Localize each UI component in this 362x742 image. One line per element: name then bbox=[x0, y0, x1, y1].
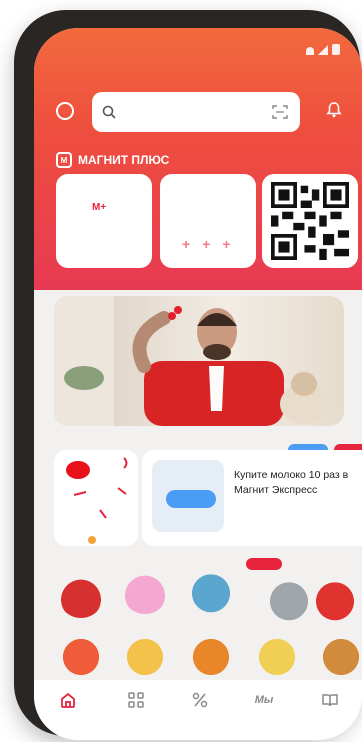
qr-code-card[interactable] bbox=[262, 174, 358, 268]
wifi-icon bbox=[306, 47, 314, 55]
dot: + bbox=[202, 236, 211, 252]
profile-icon[interactable] bbox=[56, 102, 74, 120]
magnit-plus-badge: М+ bbox=[92, 202, 107, 213]
promo-confetti bbox=[66, 457, 128, 544]
bell-icon[interactable] bbox=[324, 100, 344, 120]
book-icon bbox=[322, 694, 338, 707]
category-vegetables-icon[interactable] bbox=[188, 634, 234, 680]
qr-code-icon bbox=[271, 182, 349, 260]
tab-discounts[interactable] bbox=[180, 688, 220, 712]
scanner-icon[interactable] bbox=[272, 105, 288, 119]
category-grocery-icon[interactable] bbox=[58, 572, 104, 618]
search-bar[interactable] bbox=[92, 92, 300, 132]
category-beauty-icon[interactable] bbox=[122, 568, 168, 614]
category-burger-icon[interactable] bbox=[318, 634, 362, 680]
dot: + bbox=[182, 236, 191, 252]
home-icon bbox=[61, 692, 75, 708]
magnit-plus-brand: М МАГНИТ ПЛЮС bbox=[56, 152, 169, 168]
discount-icon bbox=[192, 692, 208, 708]
category-fruit-icon[interactable] bbox=[58, 634, 104, 680]
brand-logo: М bbox=[56, 152, 72, 168]
battery-icon bbox=[332, 44, 340, 55]
phone-frame: М МАГНИТ ПЛЮС М+ + + + Купите молоко 10 … bbox=[14, 10, 362, 740]
tab-catalog[interactable] bbox=[116, 688, 156, 712]
tab-my[interactable]: Мы bbox=[244, 688, 284, 712]
status-bar bbox=[306, 44, 340, 55]
search-input[interactable] bbox=[124, 103, 272, 121]
category-discount-icon[interactable] bbox=[122, 634, 168, 680]
app-screen: М МАГНИТ ПЛЮС М+ + + + Купите молоко 10 … bbox=[34, 28, 362, 740]
tab-my-label: Мы bbox=[254, 694, 274, 706]
category-appliances-icon[interactable] bbox=[266, 576, 312, 622]
category-pharmacy-icon[interactable] bbox=[188, 568, 234, 614]
category-kettle-icon[interactable] bbox=[312, 576, 358, 622]
bonus-card[interactable]: + + + bbox=[160, 174, 256, 268]
dot: + bbox=[222, 236, 231, 252]
promo-card-left[interactable] bbox=[54, 450, 138, 546]
brand-name: МАГНИТ ПЛЮС bbox=[78, 153, 170, 167]
loyalty-card[interactable]: М+ bbox=[56, 174, 152, 268]
promo-image bbox=[152, 460, 224, 532]
banner-illustration bbox=[54, 296, 328, 426]
category-calendar-icon[interactable] bbox=[254, 634, 300, 680]
catalog-icon bbox=[128, 692, 144, 708]
tab-journal[interactable] bbox=[310, 688, 350, 712]
blue-pill-icon bbox=[166, 490, 216, 508]
tab-home[interactable] bbox=[48, 688, 88, 712]
header: М МАГНИТ ПЛЮС М+ + + + bbox=[34, 28, 362, 290]
promo-card-right[interactable]: Купите молоко 10 раз в Магнит Экспресс bbox=[142, 450, 362, 546]
promo-row: Купите молоко 10 раз в Магнит Экспресс bbox=[34, 438, 362, 550]
new-badge bbox=[246, 558, 282, 570]
promo-banner[interactable] bbox=[54, 296, 344, 426]
search-icon bbox=[102, 105, 116, 119]
signal-icon bbox=[318, 45, 328, 55]
tab-bar: Мы bbox=[34, 680, 362, 740]
promo-text: Купите молоко 10 раз в Магнит Экспресс bbox=[234, 469, 349, 496]
dots-indicator: + + + bbox=[182, 236, 231, 252]
